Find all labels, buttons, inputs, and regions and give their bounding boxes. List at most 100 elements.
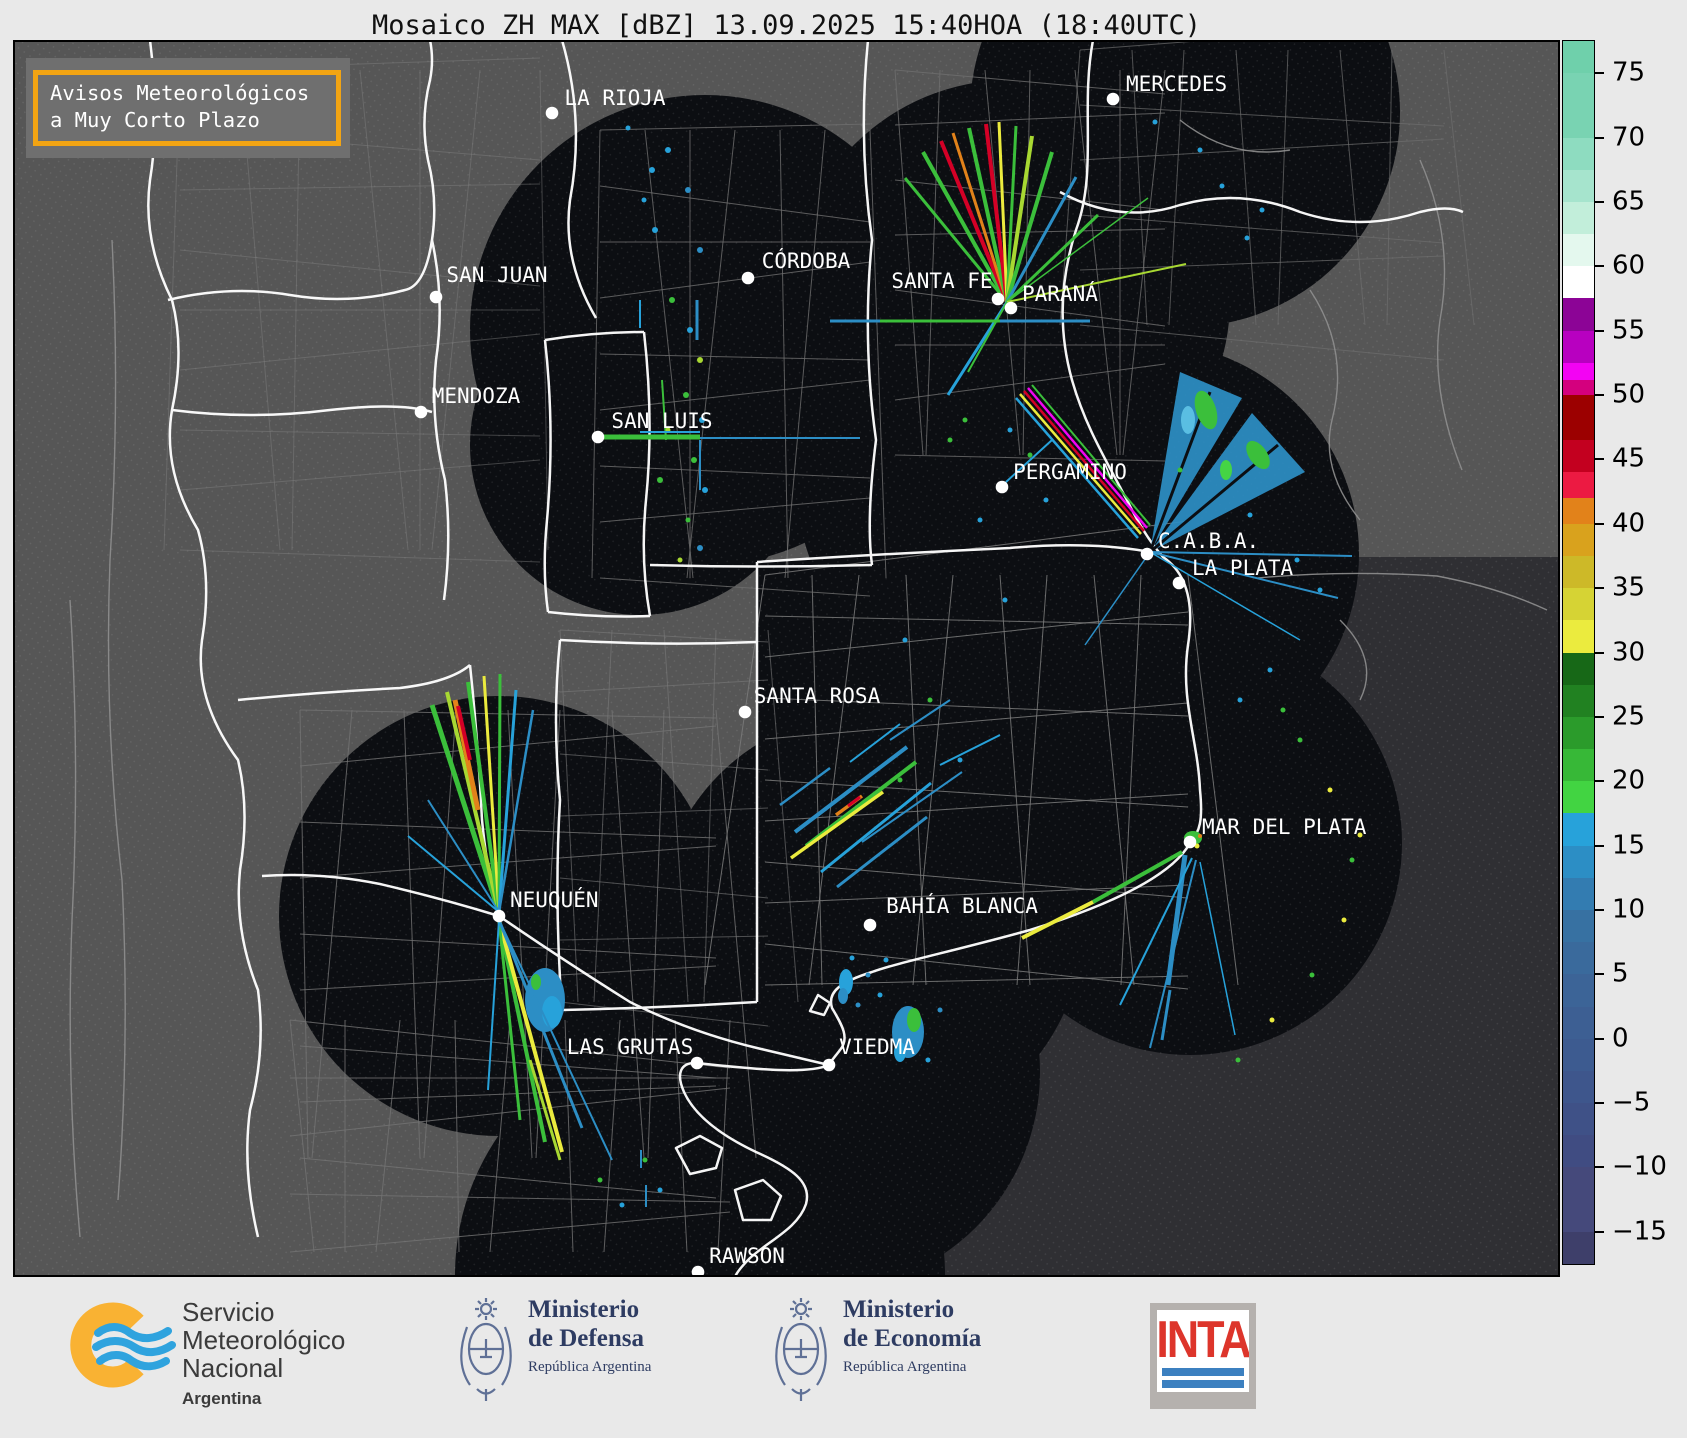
colorbar-tick bbox=[1595, 587, 1604, 590]
warning-badge[interactable]: Avisos Meteorológicos a Muy Corto Plazo bbox=[26, 58, 350, 158]
colorbar-segment bbox=[1563, 1038, 1594, 1072]
colorbar-tick bbox=[1595, 1102, 1604, 1105]
inta-wordmark: INTA bbox=[1157, 1311, 1249, 1369]
city-label: SANTA FE bbox=[891, 269, 992, 293]
colorbar-segment bbox=[1563, 362, 1594, 381]
city-label: LAS GRUTAS bbox=[567, 1035, 693, 1059]
colorbar-segment bbox=[1563, 201, 1594, 235]
economia-line1: Ministerio bbox=[843, 1296, 955, 1323]
map-canvas: LA RIOJA MERCEDES SAN JUAN CÓRDOBA SANTA FE P… bbox=[13, 40, 1560, 1277]
inta-logo: INTA bbox=[1150, 1303, 1256, 1409]
colorbar-tick bbox=[1595, 715, 1604, 718]
colorbar-segment bbox=[1563, 877, 1594, 911]
colorbar-tick-label: 30 bbox=[1612, 636, 1646, 667]
colorbar-segment bbox=[1563, 330, 1594, 364]
colorbar-tick-label: 40 bbox=[1612, 508, 1646, 539]
smn-logo-icon bbox=[70, 1302, 176, 1388]
colorbar-segment bbox=[1563, 588, 1594, 621]
inta-bar-2 bbox=[1162, 1380, 1244, 1388]
colorbar-tick-label: 20 bbox=[1612, 765, 1646, 796]
colorbar-tick-label: 65 bbox=[1612, 186, 1646, 217]
colorbar-tick-label: −5 bbox=[1612, 1087, 1651, 1118]
colorbar-tick bbox=[1595, 265, 1604, 268]
city-label: MAR DEL PLATA bbox=[1202, 815, 1367, 839]
colorbar-tick-label: 10 bbox=[1612, 894, 1646, 925]
radar-mosaic-map: LA RIOJA MERCEDES SAN JUAN CÓRDOBA SANTA FE P… bbox=[13, 40, 1560, 1277]
dbz-colorbar bbox=[1562, 40, 1595, 1265]
smn-name-line4: Argentina bbox=[182, 1389, 262, 1408]
city-label: LA RIOJA bbox=[564, 86, 666, 110]
economia-line3: República Argentina bbox=[843, 1359, 967, 1375]
colorbar-tick-label: 25 bbox=[1612, 701, 1646, 732]
colorbar-segment bbox=[1563, 555, 1594, 589]
colorbar-segment bbox=[1563, 1103, 1594, 1136]
colorbar-segment bbox=[1563, 234, 1594, 267]
colorbar-segment bbox=[1563, 440, 1594, 473]
colorbar-tick-label: 0 bbox=[1612, 1023, 1629, 1054]
colorbar-tick bbox=[1595, 329, 1604, 332]
colorbar-segment bbox=[1563, 909, 1594, 943]
colorbar-segment bbox=[1563, 1231, 1594, 1265]
city-label: C.A.B.A. bbox=[1158, 529, 1259, 553]
colorbar-segment bbox=[1563, 942, 1594, 975]
colorbar-segment bbox=[1563, 1070, 1594, 1104]
city-label: MERCEDES bbox=[1126, 72, 1227, 96]
colorbar-segment bbox=[1563, 684, 1594, 718]
colorbar-segment bbox=[1563, 498, 1594, 525]
colorbar-tick bbox=[1595, 522, 1604, 525]
colorbar-tick-label: 35 bbox=[1612, 572, 1646, 603]
colorbar-tick bbox=[1595, 1166, 1604, 1169]
city-label: CÓRDOBA bbox=[762, 248, 851, 273]
economia-coat-of-arms-icon bbox=[775, 1298, 827, 1401]
city-label: PERGAMINO bbox=[1013, 460, 1127, 484]
map-texture bbox=[13, 40, 1560, 1277]
colorbar-tick bbox=[1595, 908, 1604, 911]
colorbar-tick-label: 60 bbox=[1612, 250, 1646, 281]
colorbar-tick bbox=[1595, 394, 1604, 397]
colorbar-segment bbox=[1563, 523, 1594, 557]
city-label: PARANÁ bbox=[1022, 281, 1098, 306]
city-label: SAN JUAN bbox=[446, 263, 547, 287]
colorbar-tick bbox=[1595, 973, 1604, 976]
city-label: RAWSON bbox=[709, 1244, 785, 1268]
colorbar-tick-label: 45 bbox=[1612, 443, 1646, 474]
smn-name-line2: Meteorológico bbox=[182, 1325, 346, 1355]
inta-bar-1 bbox=[1162, 1368, 1244, 1376]
colorbar-tick-label: 5 bbox=[1612, 958, 1629, 989]
colorbar-tick bbox=[1595, 844, 1604, 847]
warning-badge-border: Avisos Meteorológicos a Muy Corto Plazo bbox=[33, 70, 341, 146]
city-label: SAN LUIS bbox=[611, 409, 712, 433]
colorbar-tick-label: 15 bbox=[1612, 829, 1646, 860]
colorbar-tick-label: 50 bbox=[1612, 379, 1646, 410]
city-label: BAHÍA BLANCA bbox=[886, 893, 1038, 918]
colorbar-segment bbox=[1563, 395, 1594, 441]
colorbar-tick bbox=[1595, 72, 1604, 75]
colorbar-segment bbox=[1563, 137, 1594, 171]
defensa-line1: Ministerio bbox=[528, 1296, 640, 1323]
colorbar-tick bbox=[1595, 136, 1604, 139]
colorbar-segment bbox=[1563, 1167, 1594, 1233]
smn-name-line1: Servicio bbox=[182, 1297, 275, 1327]
warning-line1: Avisos Meteorológicos bbox=[50, 81, 310, 105]
colorbar-tick bbox=[1595, 200, 1604, 203]
colorbar-tick-label: 70 bbox=[1612, 121, 1646, 152]
colorbar-tick-label: 75 bbox=[1612, 57, 1646, 88]
colorbar-tick-label: −15 bbox=[1612, 1216, 1667, 1247]
colorbar-segment bbox=[1563, 749, 1594, 782]
colorbar-segment bbox=[1563, 652, 1594, 686]
colorbar-segment bbox=[1563, 41, 1594, 74]
page-title: Mosaico ZH MAX [dBZ] 13.09.2025 15:40HOA… bbox=[371, 10, 1202, 41]
inta-logo-inner: INTA bbox=[1157, 1310, 1249, 1392]
smn-name-line3: Nacional bbox=[182, 1353, 284, 1383]
colorbar-tick-label: −10 bbox=[1612, 1151, 1667, 1182]
colorbar-segment bbox=[1563, 472, 1594, 499]
colorbar-tick bbox=[1595, 1037, 1604, 1040]
warning-line2: a Muy Corto Plazo bbox=[50, 108, 260, 132]
colorbar-tick bbox=[1595, 780, 1604, 783]
defensa-coat-of-arms-icon bbox=[460, 1298, 512, 1401]
colorbar-segment bbox=[1563, 813, 1594, 847]
colorbar-tick-label: 55 bbox=[1612, 315, 1646, 346]
colorbar-segment bbox=[1563, 1135, 1594, 1168]
colorbar-segment bbox=[1563, 73, 1594, 139]
city-label: MENDOZA bbox=[432, 384, 521, 408]
